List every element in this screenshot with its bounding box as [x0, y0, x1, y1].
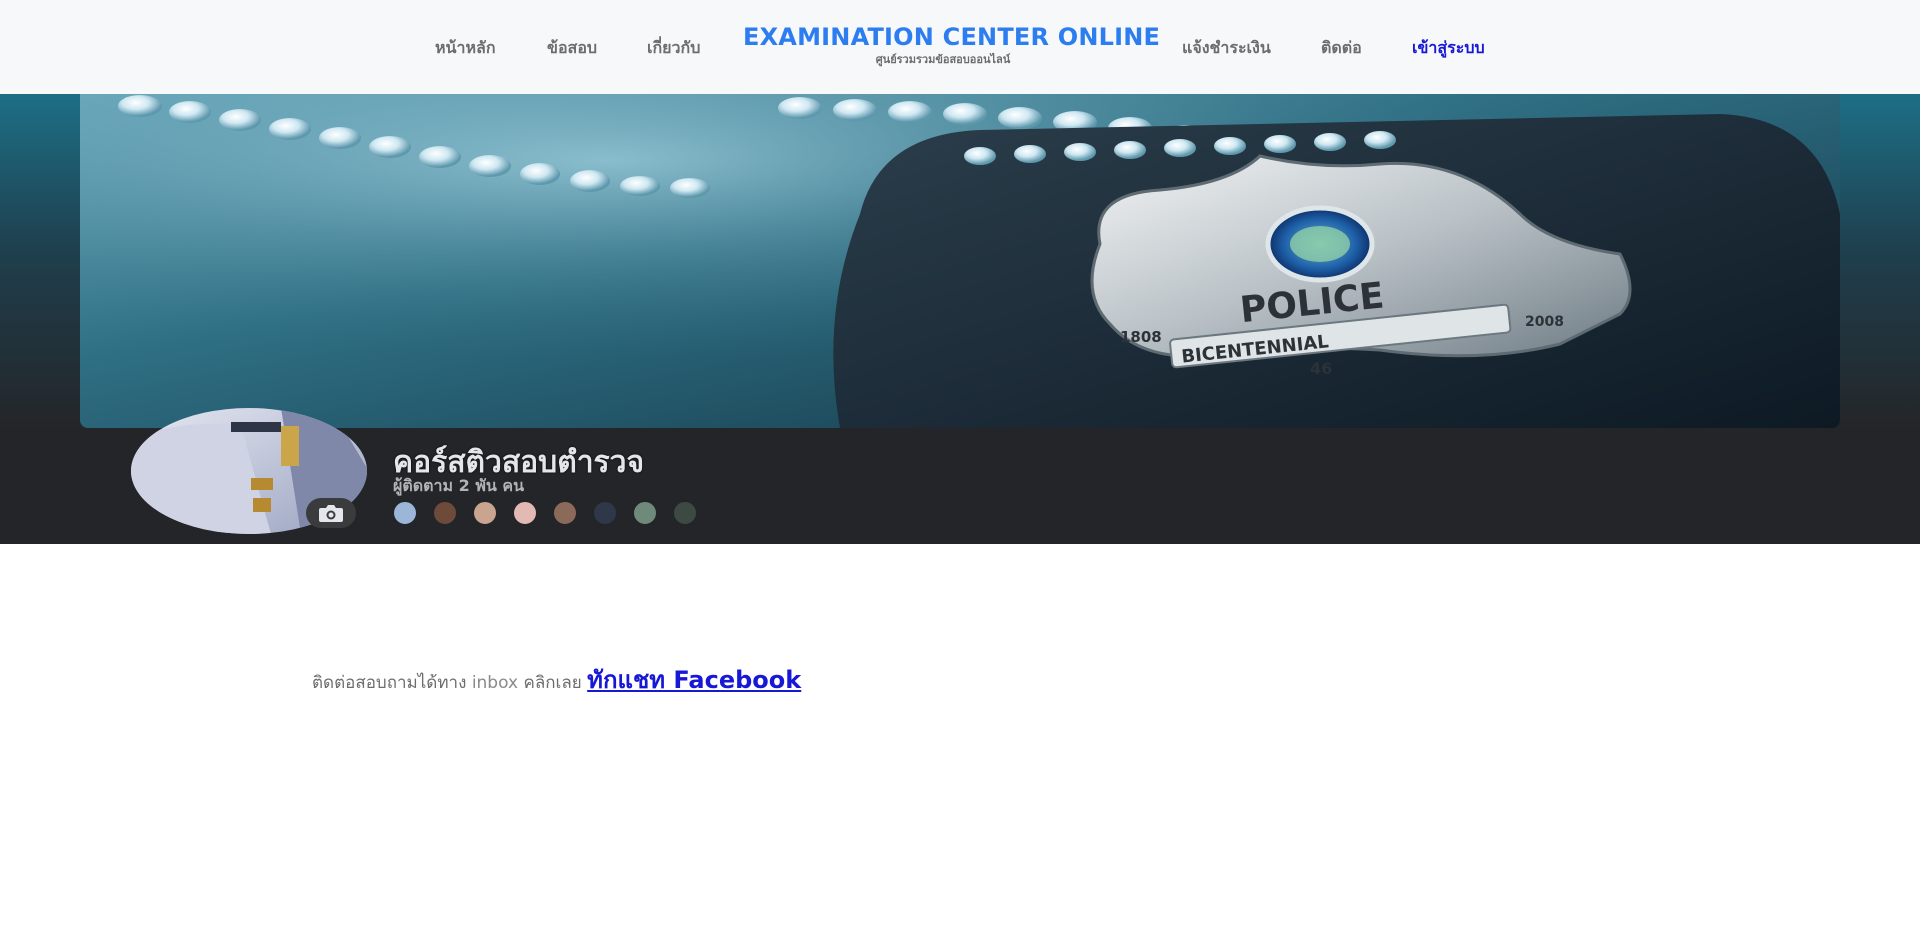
- follower-avatar[interactable]: [552, 500, 578, 526]
- nav-home-link[interactable]: หน้าหลัก: [435, 36, 496, 61]
- badge-left-year: 1808: [1120, 328, 1162, 346]
- facebook-chat-link[interactable]: ทักแชท Facebook: [587, 666, 801, 694]
- brand-subtitle: ศูนย์รวมรวมข้อสอบออนไลน์: [875, 53, 1011, 66]
- contact-prefix: ติดต่อสอบถามได้ทาง: [312, 673, 467, 693]
- nav-contact-link[interactable]: ติดต่อ: [1321, 36, 1362, 61]
- follower-avatar[interactable]: [672, 500, 698, 526]
- hero-banner: POLICE BICENTENNIAL 1808 2008 46 คอร์สติ…: [0, 94, 1920, 544]
- followers-count: ผู้ติดตาม 2 พัน คน: [393, 476, 525, 495]
- update-profile-photo-button[interactable]: [306, 498, 356, 528]
- top-navbar: หน้าหลัก ข้อสอบ เกี่ยวกับ EXAMINATION CE…: [0, 0, 1920, 94]
- cover-photo[interactable]: POLICE BICENTENNIAL 1808 2008 46: [80, 94, 1840, 428]
- camera-icon: [319, 505, 343, 522]
- site-brand[interactable]: EXAMINATION CENTER ONLINE ศูนย์รวมรวมข้อ…: [743, 22, 1161, 68]
- follower-avatar[interactable]: [592, 500, 618, 526]
- follower-avatar[interactable]: [632, 500, 658, 526]
- badge-right-year: 2008: [1525, 314, 1564, 330]
- follower-avatar[interactable]: [432, 500, 458, 526]
- follower-avatar[interactable]: [472, 500, 498, 526]
- brand-title: EXAMINATION CENTER ONLINE: [743, 23, 1161, 51]
- contact-line: ติดต่อสอบถามได้ทาง inbox คลิกเลย ทักแชท …: [312, 660, 801, 699]
- contact-click: คลิกเลย: [523, 673, 582, 693]
- contact-inbox: inbox: [471, 673, 519, 693]
- nav-about-link[interactable]: เกี่ยวกับ: [647, 36, 700, 61]
- badge-number: 46: [1310, 359, 1332, 378]
- nav-exam-link[interactable]: ข้อสอบ: [547, 36, 597, 61]
- nav-payment-link[interactable]: แจ้งชำระเงิน: [1182, 36, 1271, 61]
- follower-avatar[interactable]: [392, 500, 418, 526]
- nav-login-link[interactable]: เข้าสู่ระบบ: [1412, 36, 1485, 61]
- police-badge-image: POLICE BICENTENNIAL 1808 2008 46: [80, 94, 1840, 428]
- follower-avatar[interactable]: [512, 500, 538, 526]
